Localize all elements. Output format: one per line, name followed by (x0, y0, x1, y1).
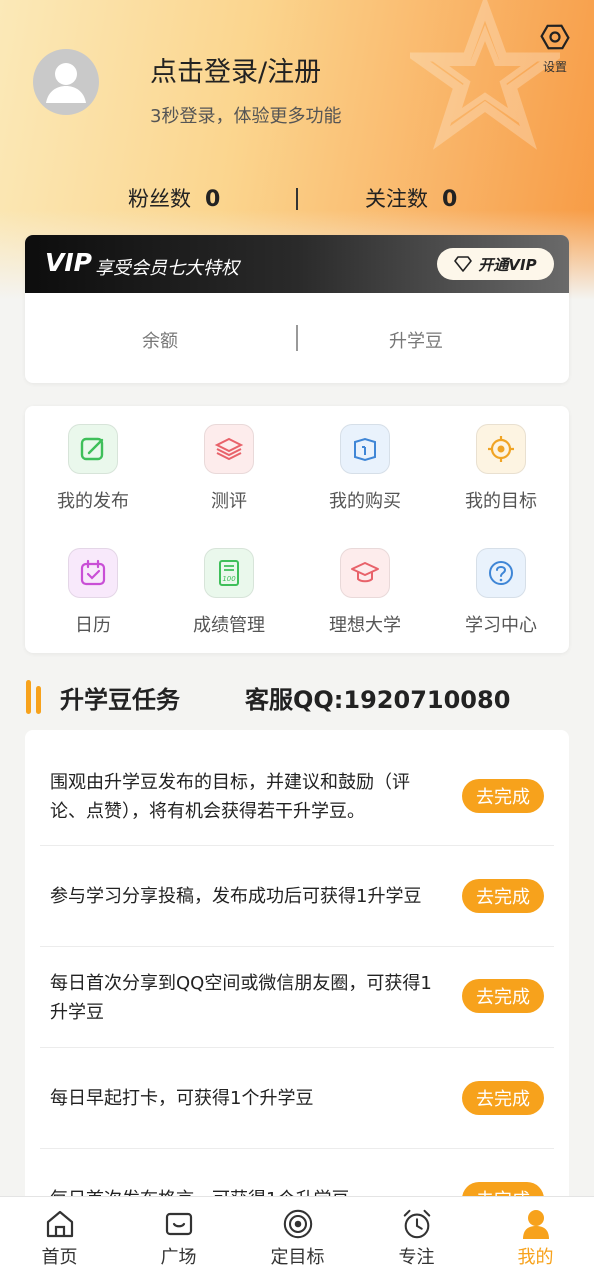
complete-task-button[interactable]: 去完成 (462, 879, 544, 913)
list-item: 每日首次分享到QQ空间或微信朋友圈，可获得1升学豆 去完成 (40, 947, 554, 1048)
feature-menu: 我的发布 测评 我的购买 我的目标 日历 100 成绩管理 理想大学 学习中心 (25, 406, 569, 653)
bottom-tab-bar: 首页 广场 定目标 专注 我的 (0, 1196, 594, 1280)
graduation-cap-icon (340, 548, 390, 598)
following-count[interactable]: 关注数 0 (365, 183, 457, 213)
tab-mine[interactable]: 我的 (476, 1197, 594, 1280)
person-icon (520, 1207, 552, 1241)
menu-score-management[interactable]: 100 成绩管理 (161, 548, 297, 637)
fans-value: 0 (205, 187, 221, 212)
following-value: 0 (442, 187, 458, 212)
divider (296, 188, 298, 210)
complete-task-button[interactable]: 去完成 (462, 779, 544, 813)
score-icon: 100 (204, 548, 254, 598)
edit-icon (68, 424, 118, 474)
tab-label: 广场 (160, 1247, 197, 1268)
task-section-header: 升学豆任务 客服QQ:1920710080 (25, 678, 585, 714)
menu-ideal-university[interactable]: 理想大学 (297, 548, 433, 637)
login-register-link[interactable]: 点击登录/注册 (150, 50, 321, 89)
settings-label: 设置 (542, 60, 567, 74)
avatar[interactable] (33, 49, 99, 115)
task-description: 每日首次分享到QQ空间或微信朋友圈，可获得1升学豆 (50, 973, 432, 1023)
menu-my-posts[interactable]: 我的发布 (25, 424, 161, 513)
customer-service-qq: 客服QQ:1920710080 (245, 686, 511, 714)
tab-home[interactable]: 首页 (0, 1197, 119, 1280)
task-section-title: 升学豆任务 (60, 686, 180, 714)
menu-label: 我的目标 (465, 491, 537, 512)
menu-my-purchases[interactable]: 我的购买 (297, 424, 433, 513)
open-vip-button[interactable]: 开通VIP (437, 248, 554, 280)
balance-label[interactable]: 余额 (142, 327, 178, 353)
menu-label: 我的发布 (57, 491, 129, 512)
following-label: 关注数 (365, 187, 428, 211)
menu-label: 测评 (211, 491, 247, 512)
box-icon (340, 424, 390, 474)
vip-card: VIP 享受会员七大特权 开通VIP 余额 升学豆 (25, 235, 569, 383)
follow-stats: 粉丝数 0 关注数 0 (0, 183, 594, 217)
menu-calendar[interactable]: 日历 (25, 548, 161, 637)
complete-task-button[interactable]: 去完成 (462, 1081, 544, 1115)
fans-count[interactable]: 粉丝数 0 (128, 183, 220, 213)
tab-label: 定目标 (270, 1247, 325, 1268)
section-marker-icon (26, 680, 41, 714)
login-subtitle: 3秒登录，体验更多功能 (150, 106, 342, 127)
tab-set-goal[interactable]: 定目标 (238, 1197, 357, 1280)
menu-label: 成绩管理 (193, 615, 265, 636)
list-item: 围观由升学豆发布的目标，并建议和鼓励（评论、点赞），将有机会获得若干升学豆。 去… (40, 745, 554, 846)
open-vip-label: 开通VIP (478, 255, 537, 274)
gear-icon (540, 24, 570, 50)
menu-my-goals[interactable]: 我的目标 (433, 424, 569, 513)
task-description: 每日早起打卡，可获得1个升学豆 (50, 1088, 314, 1109)
target-icon (282, 1207, 314, 1241)
menu-label: 理想大学 (329, 615, 401, 636)
beans-label[interactable]: 升学豆 (389, 327, 443, 353)
list-item: 每日早起打卡，可获得1个升学豆 去完成 (40, 1048, 554, 1149)
tab-square[interactable]: 广场 (119, 1197, 238, 1280)
target-icon (476, 424, 526, 474)
vip-mark: VIP (45, 248, 92, 277)
divider (296, 325, 298, 351)
menu-assessment[interactable]: 测评 (161, 424, 297, 513)
help-icon (476, 548, 526, 598)
tab-focus[interactable]: 专注 (357, 1197, 476, 1280)
task-description: 围观由升学豆发布的目标，并建议和鼓励（评论、点赞），将有机会获得若干升学豆。 (50, 772, 410, 822)
menu-label: 学习中心 (465, 615, 537, 636)
menu-label: 日历 (75, 615, 111, 636)
alarm-clock-icon (401, 1207, 433, 1241)
svg-text:100: 100 (222, 575, 236, 583)
calendar-icon (68, 548, 118, 598)
menu-study-center[interactable]: 学习中心 (433, 548, 569, 637)
task-description: 参与学习分享投稿，发布成功后可获得1升学豆 (50, 886, 422, 907)
diamond-icon (454, 256, 473, 272)
square-chat-icon (163, 1207, 195, 1241)
vip-description: 享受会员七大特权 (95, 258, 239, 279)
vip-banner[interactable]: VIP 享受会员七大特权 开通VIP (25, 235, 569, 293)
tab-label: 首页 (41, 1247, 78, 1268)
fans-label: 粉丝数 (128, 187, 191, 211)
tab-label: 我的 (517, 1247, 554, 1268)
default-avatar-icon (46, 63, 86, 103)
home-icon (44, 1207, 76, 1241)
menu-label: 我的购买 (329, 491, 401, 512)
settings-button[interactable]: 设置 (538, 22, 572, 75)
tab-label: 专注 (398, 1247, 435, 1268)
layers-icon (204, 424, 254, 474)
task-list: 围观由升学豆发布的目标，并建议和鼓励（评论、点赞），将有机会获得若干升学豆。 去… (25, 730, 569, 1210)
complete-task-button[interactable]: 去完成 (462, 979, 544, 1013)
list-item: 参与学习分享投稿，发布成功后可获得1升学豆 去完成 (40, 846, 554, 947)
